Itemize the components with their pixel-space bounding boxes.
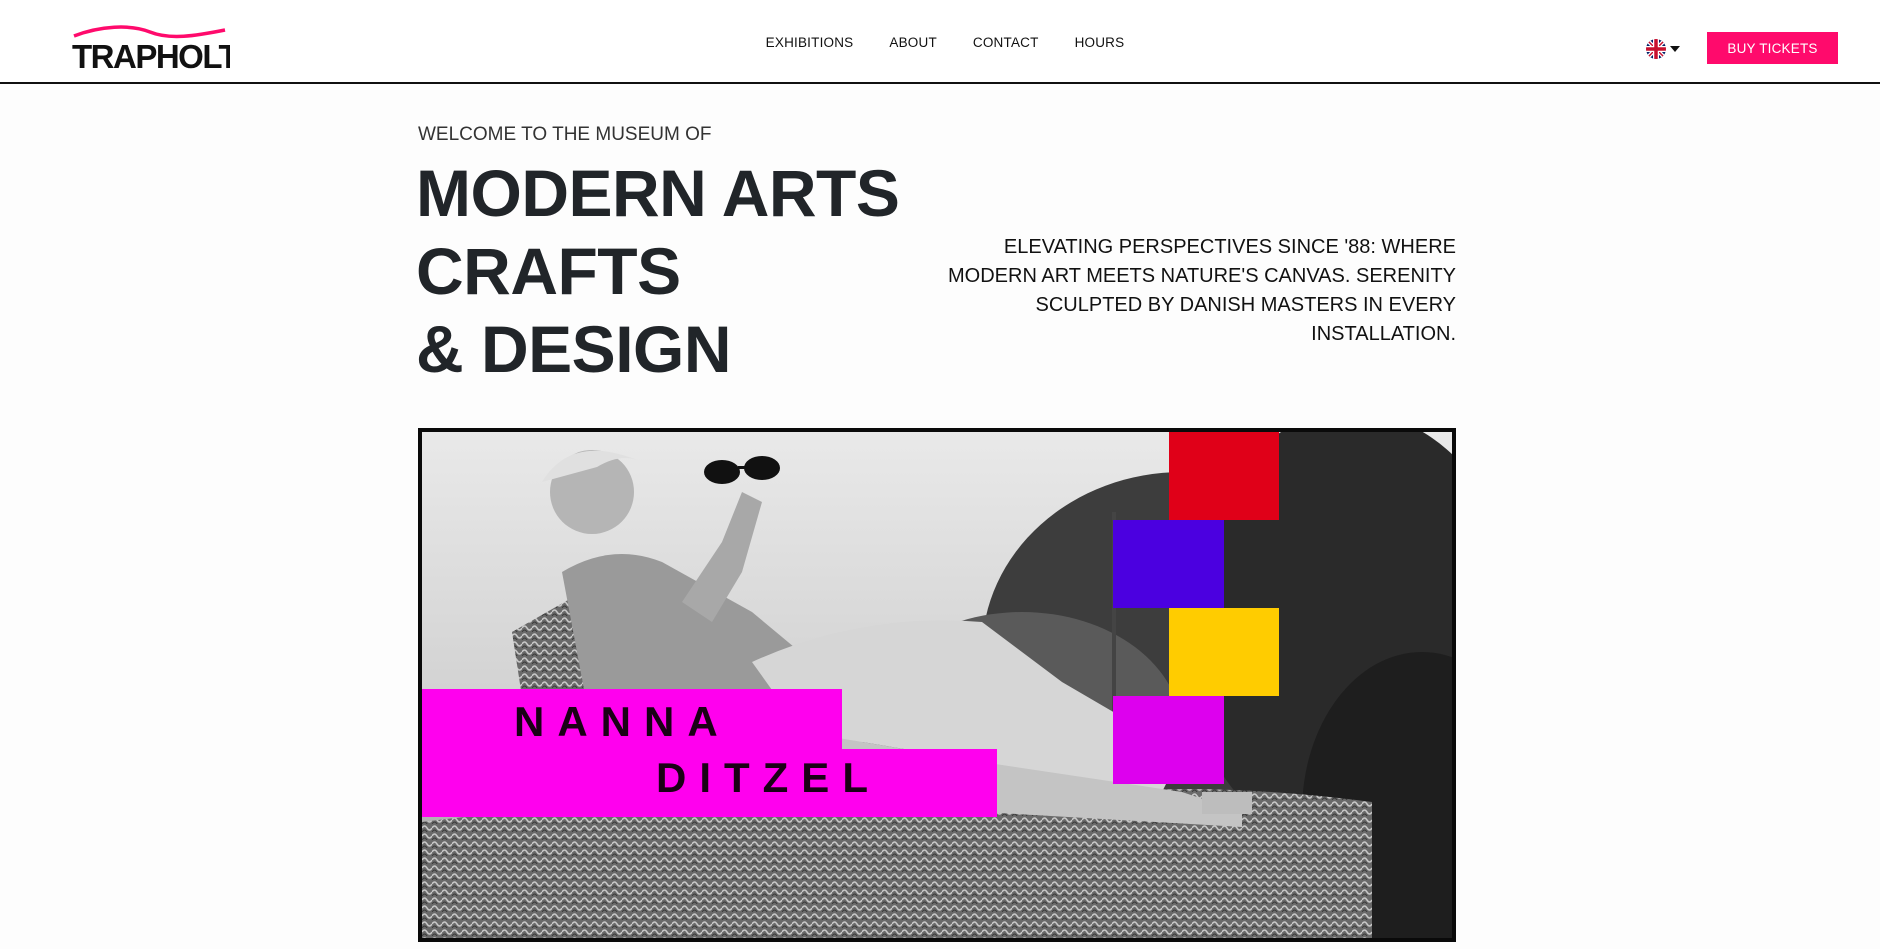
yellow-block bbox=[1169, 608, 1279, 696]
main-nav: EXHIBITIONS ABOUT CONTACT HOURS bbox=[0, 0, 1880, 84]
site-header: TRAPHOLT EXHIBITIONS ABOUT CONTACT HOURS… bbox=[0, 0, 1880, 84]
headline-line-2: CRAFTS bbox=[416, 234, 681, 308]
red-block bbox=[1169, 432, 1279, 520]
nav-about[interactable]: ABOUT bbox=[879, 35, 937, 50]
headline-line-1: MODERN ARTS bbox=[416, 156, 900, 230]
buy-tickets-button[interactable]: BUY TICKETS bbox=[1707, 32, 1838, 64]
uk-flag-icon bbox=[1646, 39, 1666, 59]
featured-exhibition-banner[interactable]: NANNA DITZEL bbox=[418, 428, 1456, 942]
nav-hours[interactable]: HOURS bbox=[1065, 35, 1125, 50]
svg-text:TRAPHOLT: TRAPHOLT bbox=[72, 38, 230, 72]
page-title: MODERN ARTS CRAFTS & DESIGN bbox=[416, 154, 936, 388]
nav-exhibitions[interactable]: EXHIBITIONS bbox=[756, 35, 854, 50]
exhibition-photo bbox=[422, 432, 1452, 938]
nav-contact[interactable]: CONTACT bbox=[963, 35, 1039, 50]
artist-last-name: DITZEL bbox=[656, 754, 881, 801]
blue-block bbox=[1113, 520, 1224, 608]
purple-block bbox=[1113, 696, 1224, 784]
headline-line-3: & DESIGN bbox=[416, 312, 732, 386]
trapholt-logo[interactable]: TRAPHOLT bbox=[70, 22, 230, 72]
tagline: ELEVATING PERSPECTIVES SINCE '88: WHERE … bbox=[948, 236, 1456, 345]
chevron-down-icon bbox=[1670, 46, 1680, 52]
language-selector[interactable] bbox=[1646, 38, 1686, 60]
artist-first-name: NANNA bbox=[514, 698, 731, 745]
welcome-text: WELCOME TO THE MUSEUM OF bbox=[418, 124, 712, 145]
